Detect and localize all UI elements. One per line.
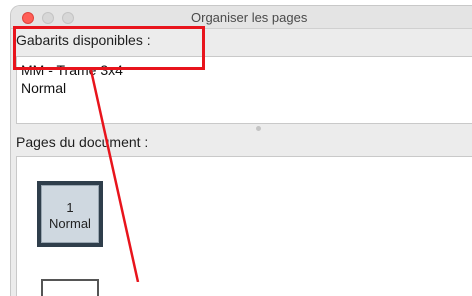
page-number: 1 — [66, 200, 74, 215]
available-templates-list[interactable]: MM - Trame 3x4 Normal — [16, 56, 472, 124]
template-item-mm-trame-3x4[interactable]: MM - Trame 3x4 — [21, 62, 123, 78]
page-template-name: Normal — [49, 216, 91, 231]
page-thumbnail-1-face: 1 Normal — [41, 185, 99, 243]
document-pages-area[interactable]: 1 Normal — [16, 156, 472, 296]
splitter-handle[interactable] — [256, 126, 261, 131]
title-bar: Organiser les pages — [11, 6, 472, 29]
organize-pages-window: Organiser les pages Gabarits disponibles… — [10, 5, 472, 296]
minimize-window-button[interactable] — [42, 12, 54, 24]
zoom-window-button[interactable] — [62, 12, 74, 24]
available-templates-label: Gabarits disponibles : — [16, 32, 151, 48]
template-item-normal[interactable]: Normal — [21, 80, 66, 96]
close-window-button[interactable] — [22, 12, 34, 24]
page-thumbnail-1[interactable]: 1 Normal — [37, 181, 103, 247]
document-pages-label: Pages du document : — [16, 134, 149, 150]
window-title: Organiser les pages — [191, 10, 308, 25]
